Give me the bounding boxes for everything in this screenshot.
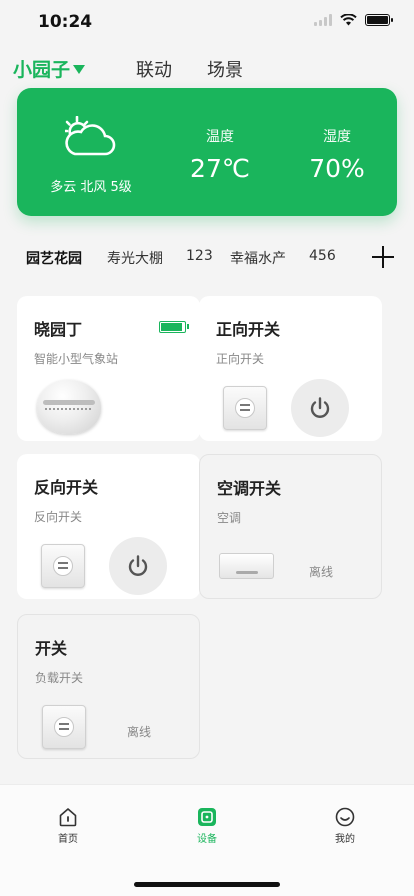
device-card-forward-switch[interactable]: 正向开关 正向开关 (199, 296, 382, 441)
device-icon (198, 808, 216, 826)
weather-station-image (37, 380, 101, 434)
status-time: 10:24 (38, 12, 93, 32)
home-indicator (134, 882, 280, 887)
status-icons (314, 14, 393, 26)
garden-tab-2[interactable]: 寿光大棚 (107, 248, 163, 268)
battery-level-icon (159, 321, 189, 333)
power-button[interactable] (291, 379, 349, 437)
device-name: 反向开关 (34, 478, 99, 497)
device-subtitle: 反向开关 (34, 510, 83, 524)
smiley-icon (335, 807, 355, 827)
battery-icon (365, 14, 393, 26)
home-icon (59, 808, 77, 827)
tab-linkage[interactable]: 联动 (136, 56, 172, 82)
device-subtitle: 正向开关 (216, 352, 265, 366)
bottom-tab-home[interactable]: 首页 (28, 807, 108, 845)
humidity-label: 湿度 (323, 129, 351, 145)
top-nav: 小园子 联动 场景 (0, 52, 414, 84)
device-name: 正向开关 (216, 320, 281, 339)
garden-tab-5[interactable]: 456 (309, 248, 336, 264)
garden-tab-3[interactable]: 123 (186, 248, 213, 264)
device-card-ac-switch[interactable]: 空调开关 空调 离线 (199, 454, 382, 599)
caret-down-icon (73, 65, 86, 74)
home-selector[interactable]: 小园子 (13, 55, 86, 82)
power-icon (128, 555, 148, 576)
device-subtitle: 智能小型气象站 (34, 352, 119, 366)
temperature-value: 27℃ (190, 154, 250, 183)
bottom-tab-mine-label: 我的 (335, 834, 355, 845)
offline-status: 离线 (309, 565, 334, 579)
temperature-metric: 温度 27℃ (180, 126, 260, 183)
power-button[interactable] (109, 537, 167, 595)
device-subtitle: 负载开关 (35, 671, 84, 685)
device-name: 开关 (35, 639, 68, 658)
device-card-load-switch[interactable]: 开关 负载开关 离线 (17, 614, 200, 759)
add-icon[interactable] (372, 246, 394, 268)
bottom-tab-bar: 首页 设备 我的 (0, 784, 414, 896)
tab-scenes[interactable]: 场景 (207, 56, 243, 82)
wifi-icon (340, 14, 357, 26)
device-subtitle: 空调 (217, 511, 242, 525)
weather-description: 多云 北风 5级 (50, 180, 132, 195)
socket-icon (42, 705, 86, 749)
cellular-signal-icon (314, 14, 332, 26)
temperature-label: 温度 (206, 129, 234, 145)
garden-tab-1[interactable]: 园艺花园 (26, 248, 82, 268)
device-name: 晓园丁 (34, 320, 83, 339)
weather-card[interactable]: 多云 北风 5级 温度 27℃ 湿度 70% (17, 88, 397, 216)
bottom-tab-mine[interactable]: 我的 (305, 807, 385, 845)
home-name: 小园子 (13, 59, 71, 81)
status-bar: 10:24 (0, 0, 414, 44)
bottom-tab-devices-label: 设备 (197, 834, 217, 845)
humidity-metric: 湿度 70% (297, 126, 377, 183)
bottom-tab-devices[interactable]: 设备 (167, 807, 247, 845)
device-card-reverse-switch[interactable]: 反向开关 反向开关 (17, 454, 200, 599)
offline-status: 离线 (127, 725, 152, 739)
device-card-weather-station[interactable]: 晓园丁 智能小型气象站 (17, 296, 200, 441)
humidity-value: 70% (309, 154, 365, 183)
power-icon (310, 397, 330, 418)
device-name: 空调开关 (217, 479, 282, 498)
socket-icon (41, 544, 85, 588)
bottom-tab-home-label: 首页 (58, 834, 78, 845)
partly-cloudy-icon (65, 116, 116, 156)
garden-tab-4[interactable]: 幸福水产 (230, 248, 286, 268)
garden-tabs: 园艺花园 寿光大棚 123 幸福水产 456 (0, 246, 414, 272)
air-conditioner-image (219, 553, 274, 579)
socket-icon (223, 386, 267, 430)
